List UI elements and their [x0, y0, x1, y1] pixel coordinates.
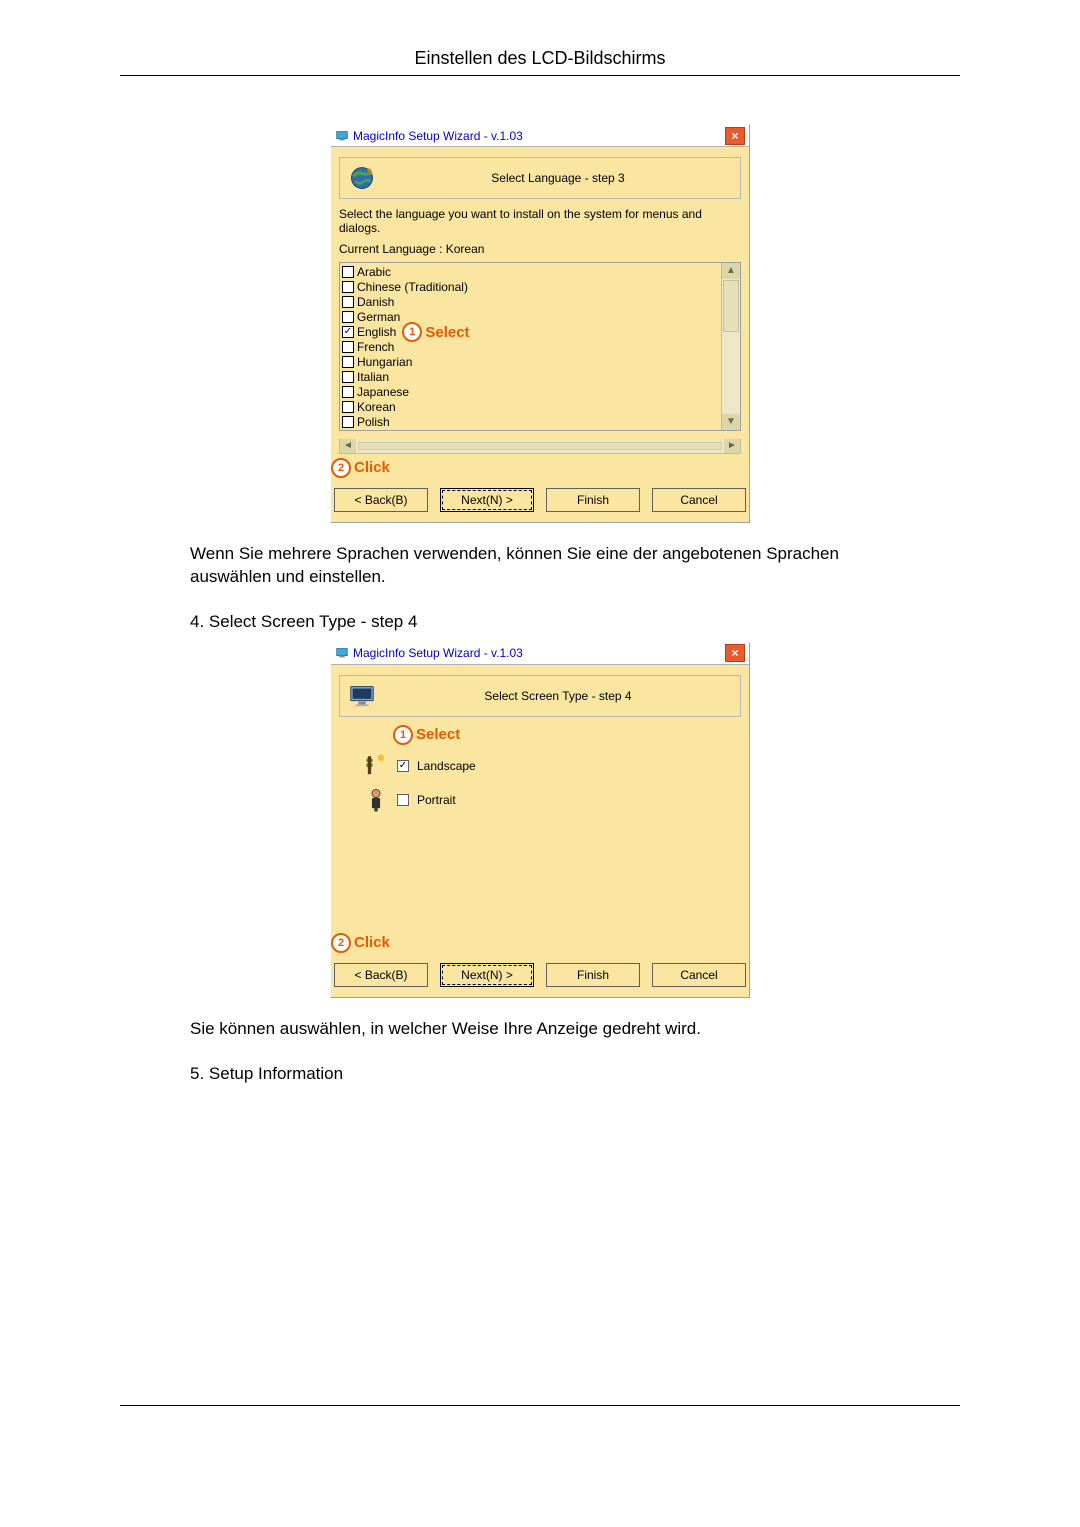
step-banner-title: Select Language - step 3 [382, 171, 734, 185]
paragraph-step3: Wenn Sie mehrere Sprachen verwenden, kön… [190, 543, 890, 589]
language-row[interactable]: Korean [342, 400, 721, 415]
callout-click-label: Click [354, 934, 390, 951]
step4-heading: 4. Select Screen Type - step 4 [190, 611, 890, 634]
language-row[interactable]: Danish [342, 295, 721, 310]
language-row[interactable]: ✓English 1Select [342, 325, 721, 340]
language-label: English [357, 325, 396, 340]
horizontal-scrollbar[interactable]: ◄ ► [339, 439, 741, 454]
titlebar: MagicInfo Setup Wizard - v.1.03 × [331, 125, 749, 147]
finish-button[interactable]: Finish [546, 963, 640, 987]
language-row[interactable]: Japanese [342, 385, 721, 400]
globe-icon [346, 162, 378, 194]
language-label: Korean [357, 400, 396, 415]
window-title: MagicInfo Setup Wizard - v.1.03 [353, 646, 523, 660]
step-banner: Select Language - step 3 [339, 157, 741, 199]
cancel-button[interactable]: Cancel [652, 963, 746, 987]
language-checkbox[interactable]: ✓ [342, 326, 354, 338]
language-label: Danish [357, 295, 394, 310]
current-language-label: Current Language : Korean [339, 242, 741, 256]
next-button[interactable]: Next(N) > [440, 963, 534, 987]
language-listbox[interactable]: ArabicChinese (Traditional)DanishGerman✓… [339, 262, 741, 431]
language-label: German [357, 310, 400, 325]
scroll-left-icon[interactable]: ◄ [340, 439, 356, 453]
language-row[interactable]: Arabic [342, 265, 721, 280]
language-label: Hungarian [357, 355, 412, 370]
callout-select: 1Select [402, 322, 469, 342]
header-divider [120, 75, 960, 76]
portrait-icon [363, 787, 389, 813]
language-label: Arabic [357, 265, 391, 280]
next-button[interactable]: Next(N) > [440, 488, 534, 512]
language-checkbox[interactable] [342, 296, 354, 308]
callout-select-label: Select [416, 726, 460, 743]
callout-select-label: Select [425, 325, 469, 340]
language-label: Japanese [357, 385, 409, 400]
step-banner-title: Select Screen Type - step 4 [382, 689, 734, 703]
language-checkbox[interactable] [342, 311, 354, 323]
scroll-up-icon[interactable]: ▲ [722, 263, 740, 279]
language-checkbox[interactable] [342, 401, 354, 413]
screen-type-label: Portrait [417, 793, 456, 807]
language-row[interactable]: Hungarian [342, 355, 721, 370]
language-checkbox[interactable] [342, 416, 354, 428]
screen-type-checkbox[interactable]: ✓ [397, 760, 409, 772]
scroll-down-icon[interactable]: ▼ [722, 414, 740, 430]
language-label: Italian [357, 370, 389, 385]
callout-number-2: 2 [331, 458, 351, 478]
finish-button[interactable]: Finish [546, 488, 640, 512]
close-icon[interactable]: × [725, 127, 745, 145]
screen-type-option[interactable]: ✓ Landscape [363, 753, 741, 779]
app-icon [335, 129, 349, 143]
language-checkbox[interactable] [342, 356, 354, 368]
landscape-icon [363, 753, 389, 779]
vertical-scrollbar[interactable]: ▲ ▼ [721, 263, 740, 430]
language-checkbox[interactable] [342, 281, 354, 293]
language-label: Polish [357, 415, 390, 430]
close-icon[interactable]: × [725, 644, 745, 662]
scroll-thumb[interactable] [723, 280, 739, 332]
footer-divider [120, 1405, 960, 1406]
language-row[interactable]: French [342, 340, 721, 355]
screen-type-label: Landscape [417, 759, 476, 773]
step5-heading: 5. Setup Information [190, 1063, 890, 1086]
window-title: MagicInfo Setup Wizard - v.1.03 [353, 129, 523, 143]
callout-click: 2 Click [331, 458, 749, 478]
page-header: Einstellen des LCD-Bildschirms [120, 48, 960, 75]
wizard-step4: MagicInfo Setup Wizard - v.1.03 × Select… [330, 642, 750, 998]
callout-click-label: Click [354, 459, 390, 476]
monitor-icon [346, 680, 378, 712]
screen-type-checkbox[interactable] [397, 794, 409, 806]
language-label: Chinese (Traditional) [357, 280, 468, 295]
button-row: < Back(B) Next(N) > Finish Cancel [331, 955, 749, 997]
callout-click: 2 Click [331, 933, 749, 953]
app-icon [335, 646, 349, 660]
button-row: < Back(B) Next(N) > Finish Cancel [331, 480, 749, 522]
wizard-step3: MagicInfo Setup Wizard - v.1.03 × Select… [330, 124, 750, 523]
language-row[interactable]: Italian [342, 370, 721, 385]
language-checkbox[interactable] [342, 341, 354, 353]
language-row[interactable]: Polish [342, 415, 721, 430]
language-row[interactable]: German [342, 310, 721, 325]
screen-type-option[interactable]: Portrait [363, 787, 741, 813]
callout-select: 1 Select [393, 725, 741, 745]
language-row[interactable]: Chinese (Traditional) [342, 280, 721, 295]
back-button[interactable]: < Back(B) [334, 963, 428, 987]
language-checkbox[interactable] [342, 371, 354, 383]
instruction-text: Select the language you want to install … [339, 207, 741, 236]
callout-number-1: 1 [393, 725, 413, 745]
callout-number-1: 1 [402, 322, 422, 342]
cancel-button[interactable]: Cancel [652, 488, 746, 512]
language-label: French [357, 340, 394, 355]
step-banner: Select Screen Type - step 4 [339, 675, 741, 717]
titlebar: MagicInfo Setup Wizard - v.1.03 × [331, 643, 749, 665]
language-checkbox[interactable] [342, 266, 354, 278]
scroll-right-icon[interactable]: ► [724, 439, 740, 453]
language-checkbox[interactable] [342, 386, 354, 398]
paragraph-step4: Sie können auswählen, in welcher Weise I… [190, 1018, 890, 1041]
callout-number-2: 2 [331, 933, 351, 953]
back-button[interactable]: < Back(B) [334, 488, 428, 512]
